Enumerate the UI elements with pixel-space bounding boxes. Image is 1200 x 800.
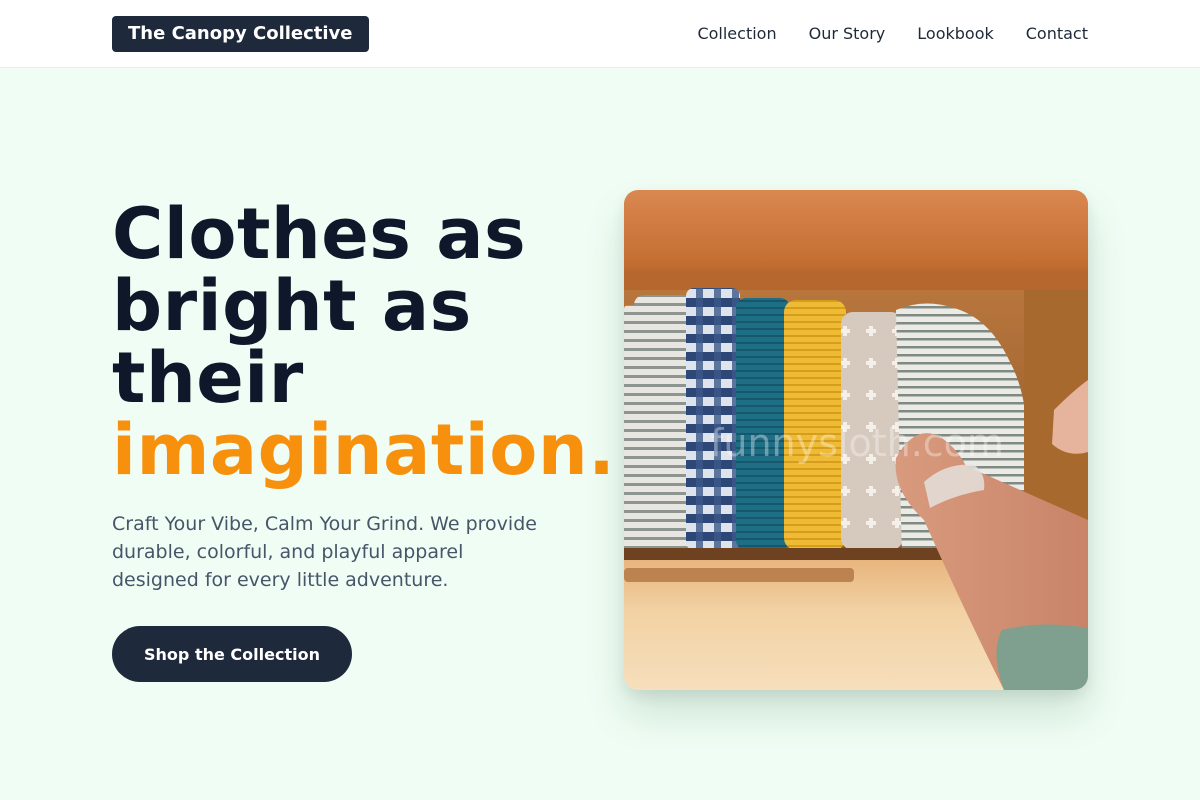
main-nav: Collection Our Story Lookbook Contact <box>697 0 1088 67</box>
nav-link-collection[interactable]: Collection <box>697 24 776 43</box>
headline-line-3: their <box>112 337 304 419</box>
watermark-text: funnysloth.com <box>710 421 1004 465</box>
site-header: The Canopy Collective Collection Our Sto… <box>0 0 1200 68</box>
headline-line-1: Clothes as <box>112 193 527 275</box>
subtitle-line-1: Craft Your Vibe, Calm Your Grind. We pro… <box>112 513 537 535</box>
hero-subtitle: Craft Your Vibe, Calm Your Grind. We pro… <box>112 510 582 594</box>
headline-accent: imagination. <box>112 409 616 491</box>
brand-logo[interactable]: The Canopy Collective <box>112 16 369 52</box>
hero-image: funnysloth.com <box>624 190 1088 690</box>
nav-link-contact[interactable]: Contact <box>1026 24 1088 43</box>
subtitle-line-2: durable, colorful, and playful apparel <box>112 541 464 563</box>
subtitle-line-3: designed for every little adventure. <box>112 569 449 591</box>
nav-link-lookbook[interactable]: Lookbook <box>917 24 993 43</box>
headline-line-2: bright as <box>112 265 472 347</box>
nav-link-our-story[interactable]: Our Story <box>809 24 886 43</box>
hero-headline: Clothes as bright as their imagination. <box>112 198 652 486</box>
shop-collection-button[interactable]: Shop the Collection <box>112 626 352 682</box>
